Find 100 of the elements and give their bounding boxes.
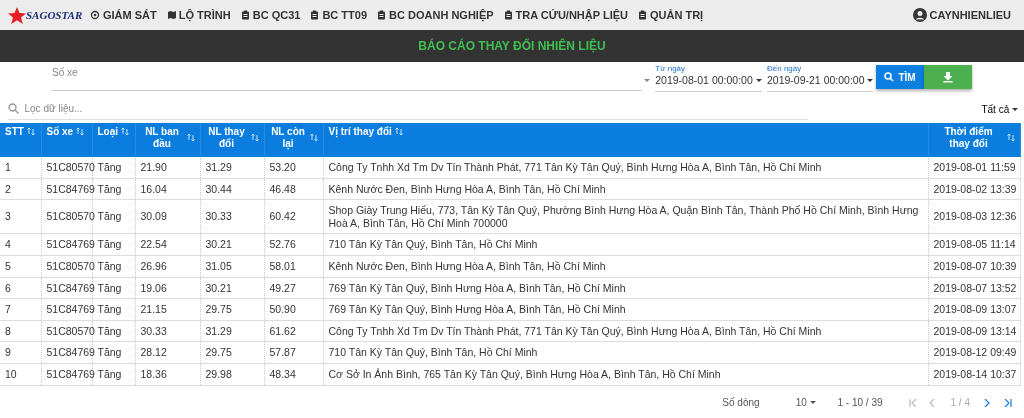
search-button[interactable]: TÌM [876,65,924,89]
download-button[interactable] [924,65,972,89]
filter-field[interactable]: Lọc dữ liệu... [24,101,808,116]
table-cell: 53.20 [264,157,323,179]
table-cell: 57.87 [264,341,323,364]
download-icon [943,71,953,83]
from-date-field[interactable]: Từ ngày 2019-08-01 00:00:00 [655,65,762,92]
table-cell: Kênh Nước Đen, Bình Hưng Hòa A, Bình Tân, Hồ Chí Minh [323,255,928,278]
first-page-icon [908,398,917,407]
table-cell: 30.44 [200,178,264,200]
sort-icon [1006,134,1015,141]
table-cell: 3 [0,199,41,234]
table-cell: 2019-08-05 11:14 [928,233,1020,256]
nav-link[interactable]: LỘ TRÌNH [161,6,236,24]
table-cell: 6 [0,277,41,299]
table-cell: 2019-08-03 12:36 [928,199,1020,234]
table-cell: Cơ Sở In Ảnh Bình, 765 Tân Kỳ Tân Quý, Bình Hưng Hòa A, Bình Tân, Hồ Chí Minh [323,363,928,386]
table-cell: 21.90 [135,157,200,179]
search-icon [8,103,19,114]
column-header[interactable]: NL thay đổi [200,123,264,157]
caret-icon [867,79,874,83]
table-cell: Kênh Nước Đen, Bình Hưng Hòa A, Bình Tân, Hồ Chí Minh [323,178,928,200]
nav-link[interactable]: BC TT09 [305,6,373,24]
table-cell: Công Ty Tnhh Xd Tm Dv Tín Thành Phát, 771 Tân Kỳ Tân Quý, Bình Hưng Hòa A, Bình Tân, Hồ Chí Minh [323,320,928,342]
table-cell: 49.27 [264,277,323,299]
table-cell: 52.76 [264,233,323,256]
column-header[interactable]: Vị trí thay đổi [323,123,928,157]
table-cell: 29.75 [200,341,264,364]
nav-link[interactable]: BC DOANH NGHIỆP [372,6,499,24]
sort-icon [121,128,130,136]
page-title: BÁO CÁO THAY ĐỔI NHIÊN LIỆU [418,37,606,55]
table-cell: 2 [0,178,41,200]
table-cell: 769 Tân Kỳ Tân Quý, Bình Hưng Hòa A, Bình Tân, Hồ Chí Minh [323,277,928,299]
page-indicator: 1 / 4 [950,396,970,411]
scope-dropdown[interactable]: Tất cả [981,101,1018,117]
table-cell: 58.01 [264,255,323,278]
sort-icon [250,134,259,141]
caret-icon [809,401,816,405]
table-cell: 61.62 [264,320,323,342]
chevron-right-icon [984,398,992,407]
table-cell: 30.33 [135,320,200,342]
user-menu[interactable]: CAYNHIENLIEU [907,6,1016,24]
rows-label: Số dòng [722,396,760,411]
field-label: Đến ngày [767,65,803,73]
to-date-field[interactable]: Đến ngày 2019-09-21 00:00:00 [767,65,874,92]
table-cell: 29.75 [200,298,264,321]
sort-icon [309,134,318,141]
nav-link[interactable]: QUẢN TRỊ [632,6,709,24]
caret-icon [755,79,762,83]
clipboard-icon [503,10,513,20]
column-header[interactable]: NL ban đầu [135,123,200,157]
clipboard-icon [637,10,647,20]
table-cell: 769 Tân Kỳ Tân Quý, Bình Hưng Hòa A, Bình Tân, Hồ Chí Minh [323,298,928,321]
nav-link[interactable]: GIÁM SÁT [85,6,162,24]
table-cell: 48.34 [264,363,323,386]
column-header[interactable]: Số xe [41,123,92,157]
table-cell: 7 [0,298,41,321]
table-cell: 710 Tân Kỳ Tân Quý, Bình Tân, Hồ Chí Minh [323,341,928,364]
table-cell: 46.48 [264,178,323,200]
range-text: 1 - 10 / 39 [837,396,883,411]
table-cell: 30.21 [200,233,264,256]
sort-icon [394,128,403,136]
table-cell: 2019-08-09 13:14 [928,320,1020,342]
page-size-dropdown[interactable]: 10 [795,395,816,411]
logo-text: SAGOSTAR [26,7,83,23]
table-cell: 30.33 [200,199,264,234]
nav-link[interactable]: TRA CỨU/NHẬP LIỆU [498,6,633,24]
vehicle-select[interactable]: Số xe [52,65,642,91]
table-cell: 2019-08-07 10:39 [928,255,1020,278]
table-cell: 30.09 [135,199,200,234]
table-cell: 2019-08-12 09:49 [928,341,1020,364]
table-cell: 21.15 [135,298,200,321]
column-header[interactable]: Loại [92,123,135,157]
sort-icon [26,128,35,136]
star-icon [8,6,26,24]
table-cell: 28.12 [135,341,200,364]
clipboard-icon [240,10,250,20]
table-cell: 710 Tân Kỳ Tân Quý, Bình Tân, Hồ Chí Minh [323,233,928,256]
table-cell: 22.54 [135,233,200,256]
table-cell: 4 [0,233,41,256]
date-value: 2019-08-01 00:00:00 [655,73,753,88]
table-cell: 30.21 [200,277,264,299]
nav-link[interactable]: BC QC31 [235,6,306,24]
table-cell: 2019-08-14 10:37 [928,363,1020,386]
table-cell: 5 [0,255,41,278]
map-icon [166,10,176,20]
table-cell: 29.98 [200,363,264,386]
chevron-left-icon [928,398,937,407]
table-cell: 31.05 [200,255,264,278]
column-header[interactable]: Thời điểm thay đổi [928,123,1020,157]
table-cell: 31.29 [200,157,264,179]
table-cell: Công Ty Tnhh Xd Tm Dv Tín Thành Phát, 771 Tân Kỳ Tân Quý, Bình Hưng Hòa A, Bình Tân, Hồ Chí Minh [323,157,928,179]
sort-icon [76,128,85,136]
table-cell: 60.42 [264,199,323,234]
table-cell: 2019-08-09 13:07 [928,298,1020,321]
table-cell: 50.90 [264,298,323,321]
sort-icon [186,134,195,141]
column-header[interactable]: STT [0,123,41,157]
column-header[interactable]: NL còn lại [264,123,323,157]
table-cell: Shop Giày Trung Hiếu, 773, Tân Kỳ Tân Quý, Phường Bình Hưng Hòa A, Quận Bình Tân, Thành Phố Hồ Chí Minh, Bình Hưng Hoà A, Bình Tân, Hồ Chí Minh 700000 [323,199,928,234]
